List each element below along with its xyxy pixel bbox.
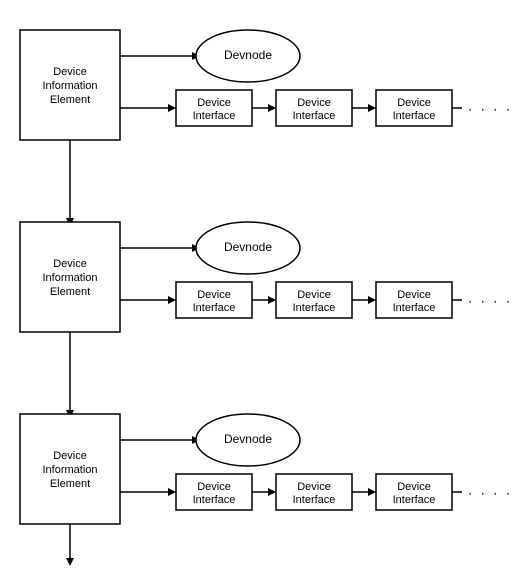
arrow-3-1-to-3-2 [268, 488, 276, 496]
devnode-label-3: Devnode [224, 432, 272, 446]
interface-label-3-1b: Interface [193, 494, 236, 506]
info-element-label-3a: Device [53, 450, 87, 462]
interface-label-3-2b: Interface [293, 494, 336, 506]
info-element-label-2a: Device [53, 258, 87, 270]
arrow-2-1-to-2-2 [268, 296, 276, 304]
interface-label-2-2a: Device [297, 289, 331, 301]
interface-label-3-3b: Interface [393, 494, 436, 506]
devnode-label-2: Devnode [224, 240, 272, 254]
info-element-label-1b: Information [42, 80, 97, 92]
interface-label-1-1b: Interface [193, 110, 236, 122]
interface-label-2-3b: Interface [393, 302, 436, 314]
interface-label-3-3a: Device [397, 481, 431, 493]
interface-label-3-2a: Device [297, 481, 331, 493]
diagram-container: Device Information Element Devnode Devic… [0, 0, 530, 577]
interface-label-1-1a: Device [197, 97, 231, 109]
arrow-to-interfaces-1 [168, 104, 176, 112]
info-element-label-2c: Element [50, 286, 90, 298]
dots-2: · · · · [468, 293, 512, 309]
arrow-2-2-to-2-3 [368, 296, 376, 304]
arrow-to-interfaces-2 [168, 296, 176, 304]
interface-label-1-2b: Interface [293, 110, 336, 122]
dots-3: · · · · [468, 485, 512, 501]
interface-label-1-3b: Interface [393, 110, 436, 122]
interface-label-2-2b: Interface [293, 302, 336, 314]
info-element-label-3b: Information [42, 464, 97, 476]
info-element-label-1: Device [53, 66, 87, 78]
info-element-label-1c: Element [50, 94, 90, 106]
arrow-1-2-to-1-3 [368, 104, 376, 112]
interface-label-2-3a: Device [397, 289, 431, 301]
info-element-label-2b: Information [42, 272, 97, 284]
devnode-label-1: Devnode [224, 48, 272, 62]
interface-label-1-2a: Device [297, 97, 331, 109]
interface-label-1-3a: Device [397, 97, 431, 109]
arrow-to-interfaces-3 [168, 488, 176, 496]
interface-label-3-1a: Device [197, 481, 231, 493]
interface-label-2-1a: Device [197, 289, 231, 301]
arrow-down-3-continued [66, 558, 74, 566]
interface-label-2-1b: Interface [193, 302, 236, 314]
dots-1: · · · · [468, 101, 512, 117]
info-element-label-3c: Element [50, 478, 90, 490]
arrow-1-1-to-1-2 [268, 104, 276, 112]
arrow-3-2-to-3-3 [368, 488, 376, 496]
